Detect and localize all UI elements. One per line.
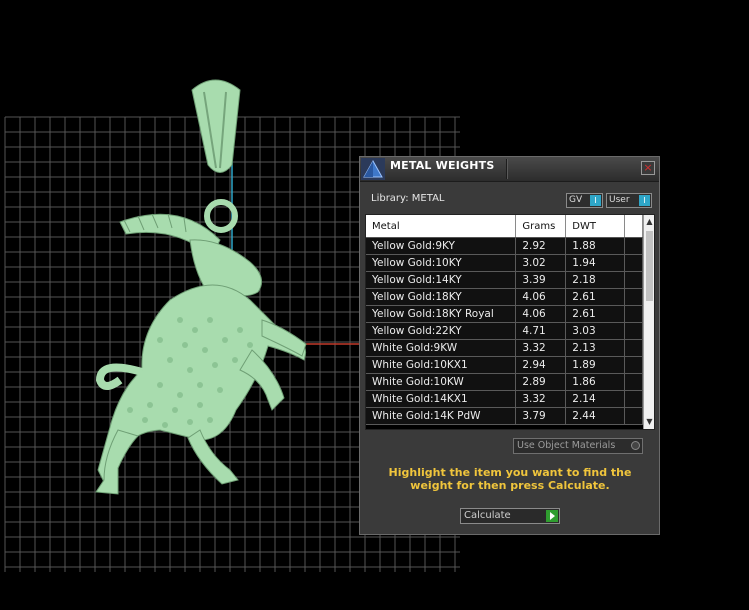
cell-grams: 4.06 — [515, 288, 567, 306]
cell-metal: Yellow Gold:18KY Royal — [366, 305, 517, 323]
play-arrow-icon — [546, 510, 558, 522]
table-row[interactable]: Yellow Gold:18KY 4.06 2.61 — [366, 288, 643, 306]
table-row[interactable]: White Gold:9KW 3.32 2.13 — [366, 339, 643, 357]
cell-dwt: 1.88 — [565, 237, 626, 255]
cell-grams: 3.79 — [515, 407, 567, 425]
cell-spacer — [624, 390, 643, 408]
cell-metal: Yellow Gold:10KY — [366, 254, 517, 272]
column-header-dwt[interactable]: DWT — [565, 215, 626, 238]
cell-metal: Yellow Gold:22KY — [366, 322, 517, 340]
cell-dwt: 2.13 — [565, 339, 626, 357]
cell-spacer — [624, 271, 643, 289]
cell-spacer — [624, 407, 643, 425]
cell-metal: White Gold:14K PdW — [366, 407, 517, 425]
cell-metal: White Gold:9KW — [366, 339, 517, 357]
gv-toggle[interactable]: GV I — [566, 193, 603, 208]
cell-grams: 2.89 — [515, 373, 567, 391]
scroll-up-icon[interactable]: ▲ — [644, 216, 654, 228]
cell-grams: 3.02 — [515, 254, 567, 272]
table-body: Yellow Gold:9KY 2.92 1.88 Yellow Gold:10KY 3… — [366, 237, 643, 425]
instructions-text: Highlight the item you want to find the … — [388, 466, 632, 492]
calculate-button[interactable]: Calculate — [460, 508, 560, 524]
cell-spacer — [624, 288, 643, 306]
cell-metal: White Gold:14KX1 — [366, 390, 517, 408]
radio-icon[interactable] — [631, 441, 640, 450]
cell-dwt: 2.61 — [565, 288, 626, 306]
scroll-down-icon[interactable]: ▼ — [644, 416, 654, 428]
cell-spacer — [624, 373, 643, 391]
cell-dwt: 2.18 — [565, 271, 626, 289]
calculate-label: Calculate — [464, 510, 511, 521]
cell-spacer — [624, 254, 643, 272]
cell-grams: 4.06 — [515, 305, 567, 323]
pyramid-logo-icon — [361, 158, 385, 180]
table-header-row: Metal Grams DWT — [366, 215, 643, 238]
cell-spacer — [624, 356, 643, 374]
table-row[interactable]: Yellow Gold:14KY 3.39 2.18 — [366, 271, 643, 289]
cell-spacer — [624, 305, 643, 323]
cell-dwt: 2.44 — [565, 407, 626, 425]
table-row[interactable]: Yellow Gold:10KY 3.02 1.94 — [366, 254, 643, 272]
user-toggle[interactable]: User I — [606, 193, 652, 208]
table-row[interactable]: Yellow Gold:22KY 4.71 3.03 — [366, 322, 643, 340]
cell-grams: 3.32 — [515, 390, 567, 408]
cell-metal: White Gold:10KW — [366, 373, 517, 391]
table-row[interactable]: White Gold:10KX1 2.94 1.89 — [366, 356, 643, 374]
cell-dwt: 1.86 — [565, 373, 626, 391]
toggle-indicator-icon: I — [639, 195, 650, 206]
table-scrollbar[interactable]: ▲ ▼ — [643, 215, 654, 429]
table-row[interactable]: White Gold:10KW 2.89 1.86 — [366, 373, 643, 391]
cell-dwt: 3.03 — [565, 322, 626, 340]
table-row[interactable]: White Gold:14K PdW 3.79 2.44 — [366, 407, 643, 425]
cell-dwt: 2.14 — [565, 390, 626, 408]
dialog-titlebar[interactable]: METAL WEIGHTS × — [360, 157, 659, 182]
column-header-metal[interactable]: Metal — [366, 215, 517, 238]
toggle-indicator-icon: I — [590, 195, 601, 206]
cell-grams: 4.71 — [515, 322, 567, 340]
cell-dwt: 2.61 — [565, 305, 626, 323]
cell-spacer — [624, 237, 643, 255]
cell-metal: Yellow Gold:14KY — [366, 271, 517, 289]
table-row[interactable]: Yellow Gold:9KY 2.92 1.88 — [366, 237, 643, 255]
cell-grams: 2.92 — [515, 237, 567, 255]
cell-grams: 2.94 — [515, 356, 567, 374]
use-object-materials-toggle[interactable]: Use Object Materials — [513, 438, 643, 454]
cell-spacer — [624, 322, 643, 340]
library-label: Library: METAL — [371, 193, 445, 204]
close-icon[interactable]: × — [641, 161, 655, 175]
gv-toggle-label: GV — [569, 195, 583, 205]
metal-table[interactable]: Metal Grams DWT Yellow Gold:9KY 2.92 1.88 Y… — [365, 214, 655, 430]
user-toggle-label: User — [609, 195, 630, 205]
table-row[interactable]: Yellow Gold:18KY Royal 4.06 2.61 — [366, 305, 643, 323]
titlebar-separator — [506, 159, 508, 179]
table-row[interactable]: White Gold:14KX1 3.32 2.14 — [366, 390, 643, 408]
cell-dwt: 1.89 — [565, 356, 626, 374]
cell-grams: 3.39 — [515, 271, 567, 289]
cell-metal: Yellow Gold:9KY — [366, 237, 517, 255]
cell-metal: Yellow Gold:18KY — [366, 288, 517, 306]
cell-grams: 3.32 — [515, 339, 567, 357]
scroll-thumb[interactable] — [646, 231, 653, 301]
use-object-materials-label: Use Object Materials — [517, 440, 616, 451]
column-header-spacer — [624, 215, 643, 238]
cell-metal: White Gold:10KX1 — [366, 356, 517, 374]
cell-dwt: 1.94 — [565, 254, 626, 272]
metal-weights-dialog[interactable]: METAL WEIGHTS × Library: METAL GV I User… — [359, 156, 660, 535]
column-header-grams[interactable]: Grams — [515, 215, 567, 238]
cell-spacer — [624, 339, 643, 357]
dialog-title: METAL WEIGHTS — [390, 159, 495, 172]
